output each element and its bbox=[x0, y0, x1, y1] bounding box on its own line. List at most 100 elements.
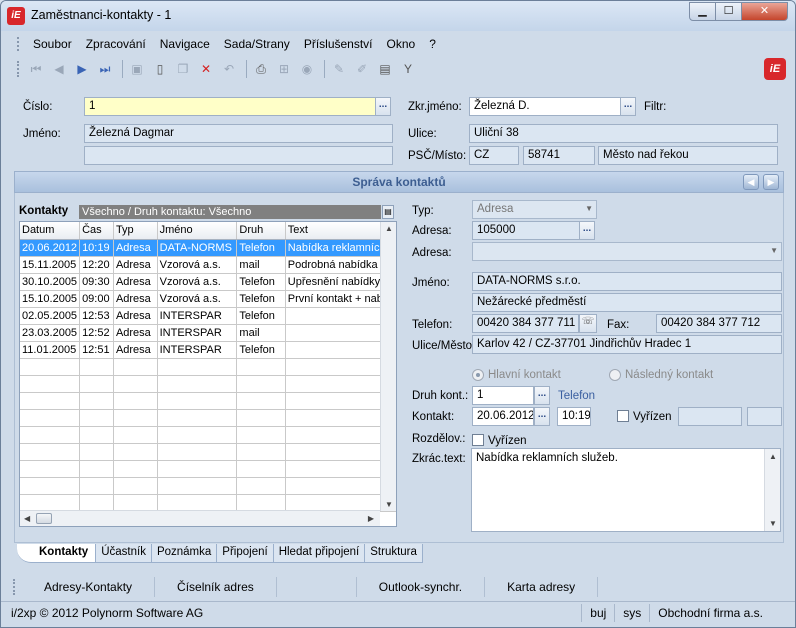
table-row[interactable]: 11.01.2005 12:51 Adresa INTERSPAR Telefon bbox=[20, 341, 396, 359]
hlavni-kontakt-radio[interactable] bbox=[472, 369, 484, 381]
grid-filter-button[interactable]: ▤ bbox=[382, 205, 394, 219]
rozdelov-vyrizen-checkbox[interactable] bbox=[472, 434, 484, 446]
grid-vertical-scrollbar[interactable]: ▲ ▼ bbox=[380, 222, 396, 511]
fax-field[interactable]: 00420 384 377 712 bbox=[656, 314, 782, 333]
minimize-button[interactable]: ▁ bbox=[689, 2, 716, 21]
kontakt-date-field[interactable]: 20.06.2012 bbox=[472, 407, 534, 426]
zkr-jmeno-lookup-button[interactable]: ... bbox=[620, 97, 636, 116]
misto-field[interactable]: Město nad řekou bbox=[598, 146, 778, 165]
maximize-button[interactable]: ☐ bbox=[715, 2, 742, 21]
section-next-button[interactable]: ▶ bbox=[763, 174, 779, 190]
vyrizen-time-field[interactable] bbox=[747, 407, 782, 426]
prev-record-icon[interactable]: ◀ bbox=[49, 59, 69, 79]
column-header-typ[interactable]: Typ bbox=[113, 222, 158, 240]
table-row[interactable]: 30.10.2005 09:30 Adresa Vzorová a.s. Telefon… bbox=[20, 273, 396, 291]
menu-help[interactable]: ? bbox=[422, 37, 443, 51]
cislo-field[interactable]: 1 bbox=[84, 97, 377, 116]
scroll-up-icon[interactable]: ▲ bbox=[385, 224, 393, 233]
tab-poznamka[interactable]: Poznámka bbox=[150, 544, 218, 563]
empty-table-row[interactable] bbox=[20, 426, 396, 444]
adresa2-combo[interactable]: ▼ bbox=[472, 242, 782, 261]
empty-table-row[interactable] bbox=[20, 477, 396, 495]
table-row[interactable]: 20.06.2012 10:19 Adresa DATA-NORMS Telefon Na… bbox=[20, 239, 396, 257]
edit2-icon[interactable]: ✐ bbox=[352, 59, 372, 79]
telefon-field[interactable]: 00420 384 377 711 bbox=[472, 314, 579, 333]
scroll-down-icon[interactable]: ▼ bbox=[769, 519, 777, 528]
undo-icon[interactable]: ↶ bbox=[219, 59, 239, 79]
typ-combo[interactable]: Adresa ▼ bbox=[472, 200, 597, 219]
edit-icon[interactable]: ✎ bbox=[329, 59, 349, 79]
zkrac-text-area[interactable]: Nabídka reklamních služeb. ▲ ▼ bbox=[471, 448, 781, 532]
column-header-cas[interactable]: Čas bbox=[79, 222, 114, 240]
tab-kontakty[interactable]: Kontakty bbox=[17, 544, 97, 563]
menu-grip[interactable] bbox=[17, 37, 20, 51]
scroll-down-icon[interactable]: ▼ bbox=[385, 500, 393, 509]
jmeno-field[interactable]: Železná Dagmar bbox=[84, 124, 393, 143]
menu-prislusenstvi[interactable]: Příslušenství bbox=[297, 37, 380, 51]
adresa-lookup-button[interactable]: ... bbox=[579, 221, 595, 240]
filter-icon[interactable]: Y bbox=[398, 59, 418, 79]
empty-table-row[interactable] bbox=[20, 375, 396, 393]
druh-kont-lookup-button[interactable]: ... bbox=[534, 386, 550, 405]
menu-navigace[interactable]: Navigace bbox=[153, 37, 217, 51]
scroll-thumb[interactable] bbox=[36, 513, 52, 524]
contacts-grid[interactable]: Datum Čas Typ Jméno Druh Text 20.06.2012… bbox=[19, 221, 397, 527]
jmeno-field-2[interactable] bbox=[84, 146, 393, 165]
new-icon[interactable]: ▯ bbox=[150, 59, 170, 79]
adresy-kontakty-button[interactable]: Adresy-Kontakty bbox=[22, 577, 156, 597]
scroll-left-icon[interactable]: ◀ bbox=[24, 514, 30, 523]
bottom-grip[interactable] bbox=[13, 579, 16, 595]
menu-soubor[interactable]: Soubor bbox=[26, 37, 79, 51]
empty-table-row[interactable] bbox=[20, 443, 396, 461]
tab-hledat-pripojeni[interactable]: Hledat připojení bbox=[272, 544, 366, 563]
textarea-scrollbar[interactable]: ▲ ▼ bbox=[764, 449, 780, 531]
karta-adresy-button[interactable]: Karta adresy bbox=[485, 577, 599, 597]
kontakt-date-picker-button[interactable]: ... bbox=[534, 407, 550, 426]
copy-icon[interactable]: ❐ bbox=[173, 59, 193, 79]
detail-jmeno-field[interactable]: DATA-NORMS s.r.o. bbox=[472, 272, 782, 291]
empty-table-row[interactable] bbox=[20, 409, 396, 427]
detail-jmeno-field-2[interactable]: Nežárecké předměstí bbox=[472, 293, 782, 312]
ciselnik-adres-button[interactable]: Číselník adres bbox=[155, 577, 277, 597]
section-prev-button[interactable]: ◀ bbox=[743, 174, 759, 190]
phone-dial-icon[interactable]: ☏ bbox=[579, 314, 597, 333]
toolbar-grip[interactable] bbox=[17, 61, 20, 77]
table-row[interactable]: 15.10.2005 09:00 Adresa Vzorová a.s. Telefon… bbox=[20, 290, 396, 308]
refresh-icon[interactable]: ◉ bbox=[297, 59, 317, 79]
psc-field[interactable]: 58741 bbox=[523, 146, 595, 165]
cislo-lookup-button[interactable]: ... bbox=[375, 97, 391, 116]
tab-pripojeni[interactable]: Připojení bbox=[216, 544, 274, 563]
menu-sada-strany[interactable]: Sada/Strany bbox=[217, 37, 297, 51]
ulice-field[interactable]: Uliční 38 bbox=[469, 124, 778, 143]
druh-kont-field[interactable]: 1 bbox=[472, 386, 534, 405]
close-button[interactable]: ✕ bbox=[741, 2, 788, 21]
empty-table-row[interactable] bbox=[20, 358, 396, 376]
menu-okno[interactable]: Okno bbox=[380, 37, 423, 51]
column-header-jmeno[interactable]: Jméno bbox=[157, 222, 238, 240]
empty-table-row[interactable] bbox=[20, 460, 396, 478]
next-record-icon[interactable]: ▶ bbox=[72, 59, 92, 79]
column-header-druh[interactable]: Druh bbox=[236, 222, 286, 240]
vyrizen-date-field[interactable] bbox=[678, 407, 742, 426]
table-row[interactable]: 23.03.2005 12:52 Adresa INTERSPAR mail bbox=[20, 324, 396, 342]
adresa-field[interactable]: 105000 bbox=[472, 221, 581, 240]
table-row[interactable]: 15.11.2005 12:20 Adresa Vzorová a.s. mail Pod… bbox=[20, 256, 396, 274]
vyrizen-checkbox[interactable] bbox=[617, 410, 629, 422]
tree-icon[interactable]: ⊞ bbox=[274, 59, 294, 79]
first-record-icon[interactable]: ⏮ bbox=[26, 59, 46, 79]
column-header-datum[interactable]: Datum bbox=[20, 222, 81, 240]
scroll-up-icon[interactable]: ▲ bbox=[769, 452, 777, 461]
outlook-synchr-button[interactable]: Outlook-synchr. bbox=[357, 577, 486, 597]
tab-struktura[interactable]: Struktura bbox=[364, 544, 423, 563]
tab-ucastnik[interactable]: Účastník bbox=[95, 544, 152, 563]
delete-icon[interactable]: ✕ bbox=[196, 59, 216, 79]
stat-field[interactable]: CZ bbox=[469, 146, 519, 165]
table-row[interactable]: 02.05.2005 12:53 Adresa INTERSPAR Telefon bbox=[20, 307, 396, 325]
print-icon[interactable]: ⎙ bbox=[251, 59, 271, 79]
scroll-right-icon[interactable]: ▶ bbox=[368, 514, 374, 523]
empty-table-row[interactable] bbox=[20, 392, 396, 410]
nasledny-kontakt-radio[interactable] bbox=[609, 369, 621, 381]
ulice-mesto-field[interactable]: Karlov 42 / CZ-37701 Jindřichův Hradec 1 bbox=[472, 335, 782, 354]
last-record-icon[interactable]: ⏭ bbox=[95, 59, 115, 79]
grid-horizontal-scrollbar[interactable]: ◀ ▶ bbox=[20, 510, 380, 526]
